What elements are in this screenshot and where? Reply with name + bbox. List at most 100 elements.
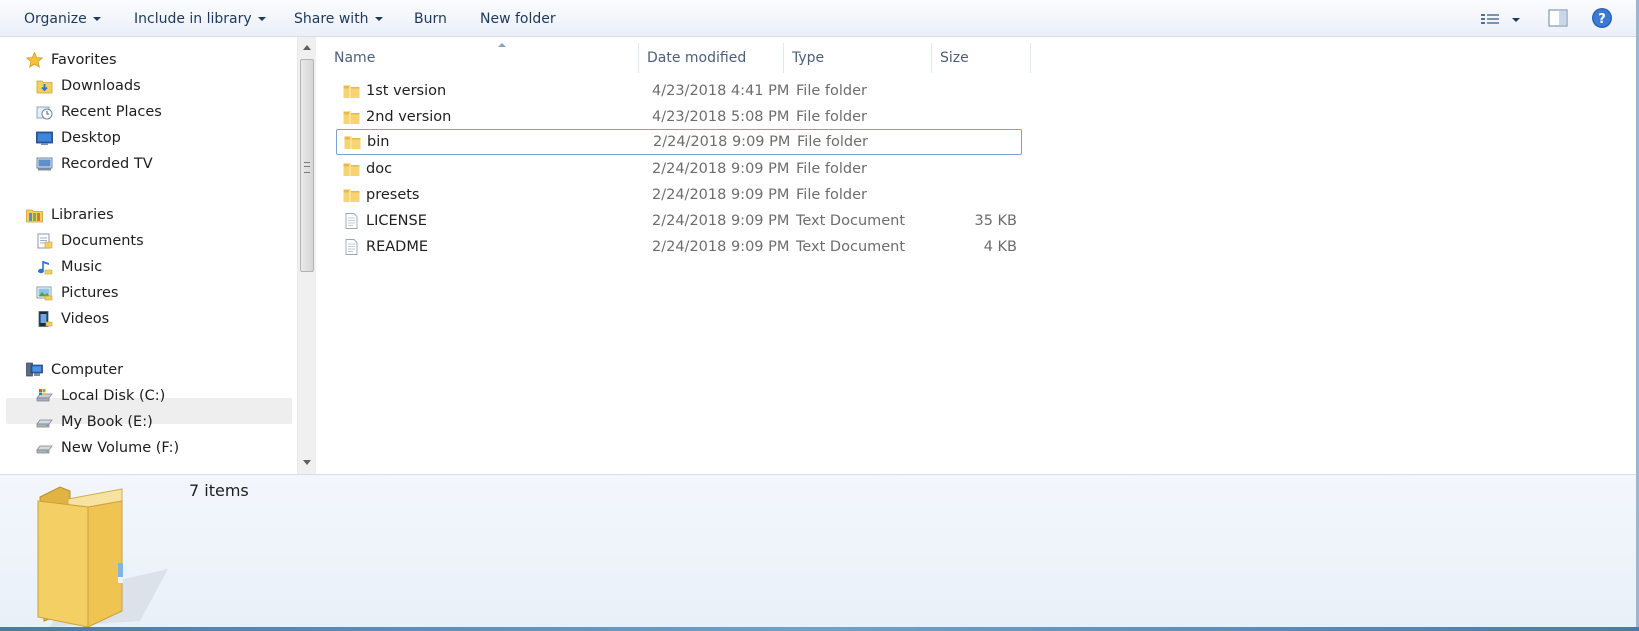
nav-item-new-volume-f[interactable]: New Volume (F:) [36,436,286,460]
nav-item-pictures[interactable]: Pictures [36,281,286,305]
nav-item-label: Desktop [61,130,121,146]
change-view-button[interactable] [1480,9,1522,29]
file-name: presets [366,187,420,203]
downloads-folder-icon [36,80,53,94]
file-type: Text Document [796,239,906,255]
recorded-tv-icon [36,157,53,171]
include-in-library-button[interactable]: Include in library [134,9,266,29]
file-name: bin [367,134,390,150]
scroll-down-arrow-icon[interactable] [303,460,311,465]
file-size: 4 KB [983,239,1017,255]
libraries-icon [26,209,43,223]
folder-icon [343,189,360,202]
file-name: LICENSE [366,213,427,229]
sort-ascending-icon [498,43,506,47]
windows-drive-icon [36,389,53,402]
file-name: 1st version [366,83,447,99]
scrollbar-grip-icon [304,162,310,173]
file-type: File folder [796,109,867,125]
nav-item-music[interactable]: Music [36,255,286,279]
nav-item-label: Downloads [61,78,141,94]
folder-icon [343,163,360,176]
nav-favorites-label: Favorites [51,52,117,68]
organize-label: Organize [24,11,87,27]
file-row[interactable]: doc 2/24/2018 9:09 PM File folder [336,156,1022,182]
file-date-modified: 4/23/2018 5:08 PM [652,109,790,125]
nav-item-desktop[interactable]: Desktop [36,126,286,150]
file-date-modified: 2/24/2018 9:09 PM [652,161,790,177]
new-folder-button[interactable]: New folder [480,9,556,29]
preview-pane-button[interactable] [1547,8,1569,28]
file-type: File folder [796,187,867,203]
organize-menu-button[interactable]: Organize [24,9,101,29]
nav-favorites[interactable]: Favorites [26,48,286,72]
folder-icon [343,111,360,124]
text-document-icon [345,239,358,255]
scrollbar-thumb[interactable] [300,59,314,272]
folder-icon [343,85,360,98]
nav-item-label: Pictures [61,285,119,301]
nav-libraries[interactable]: Libraries [26,203,286,227]
column-header-date-modified[interactable]: Date modified [639,43,784,73]
nav-item-local-disk-c[interactable]: Local Disk (C:) [36,384,286,408]
nav-item-label: Videos [61,311,110,327]
star-icon [26,52,43,68]
computer-icon [26,362,43,377]
svg-text:?: ? [1598,12,1606,27]
desktop-icon [36,131,53,145]
videos-library-icon [38,311,53,327]
pictures-library-icon [36,286,53,301]
file-list-pane: Name Date modified Type Size 1st version… [316,37,1639,474]
file-date-modified: 2/24/2018 9:09 PM [652,187,790,203]
file-date-modified: 2/24/2018 9:09 PM [653,134,791,150]
drive-icon [36,419,53,428]
file-row[interactable]: presets 2/24/2018 9:09 PM File folder [336,182,1022,208]
share-with-button[interactable]: Share with [294,9,383,29]
file-row-focused[interactable]: bin 2/24/2018 9:09 PM File folder [336,129,1022,155]
file-row[interactable]: 1st version 4/23/2018 4:41 PM File folde… [336,78,1022,104]
nav-item-label: My Book (E:) [61,414,153,430]
folder-icon [344,136,361,149]
nav-item-label: Local Disk (C:) [61,388,166,404]
nav-item-recorded-tv[interactable]: Recorded TV [36,152,286,176]
file-date-modified: 4/23/2018 4:41 PM [652,83,790,99]
help-icon: ? [1592,8,1612,28]
nav-item-documents[interactable]: Documents [36,229,286,253]
nav-item-downloads[interactable]: Downloads [36,74,286,98]
column-header-name[interactable]: Name [326,43,639,73]
nav-item-videos[interactable]: Videos [36,307,286,331]
scroll-up-arrow-icon[interactable] [303,45,311,50]
music-library-icon [38,261,53,275]
new-folder-label: New folder [480,11,556,27]
text-document-icon [345,213,358,229]
column-header-type-label: Type [792,50,825,66]
preview-pane-icon [1548,9,1568,27]
column-header-size[interactable]: Size [932,43,1031,73]
file-type: File folder [796,83,867,99]
file-name: README [366,239,428,255]
file-row[interactable]: 2nd version 4/23/2018 5:08 PM File folde… [336,104,1022,130]
burn-button[interactable]: Burn [414,9,447,29]
drive-icon [36,445,53,454]
file-type: File folder [796,161,867,177]
file-row[interactable]: README 2/24/2018 9:09 PM Text Document 4… [336,234,1022,260]
column-header-type[interactable]: Type [784,43,932,73]
file-date-modified: 2/24/2018 9:09 PM [652,239,790,255]
nav-item-recent-places[interactable]: Recent Places [36,100,286,124]
taskbar-edge [0,627,1639,631]
chevron-down-icon [92,17,101,21]
help-button[interactable]: ? [1591,7,1613,29]
file-size: 35 KB [974,213,1017,229]
nav-item-my-book-e[interactable]: My Book (E:) [36,410,286,434]
details-view-icon [1481,14,1520,24]
chevron-down-icon [374,17,383,21]
file-row[interactable]: LICENSE 2/24/2018 9:09 PM Text Document … [336,208,1022,234]
nav-libraries-label: Libraries [51,207,114,223]
nav-computer[interactable]: Computer [26,358,286,382]
share-with-label: Share with [294,11,369,27]
file-name: 2nd version [366,109,452,125]
file-type: Text Document [796,213,906,229]
column-header-date-label: Date modified [647,50,747,66]
details-pane: 7 items [0,474,1639,631]
navigation-scrollbar[interactable] [297,37,316,474]
